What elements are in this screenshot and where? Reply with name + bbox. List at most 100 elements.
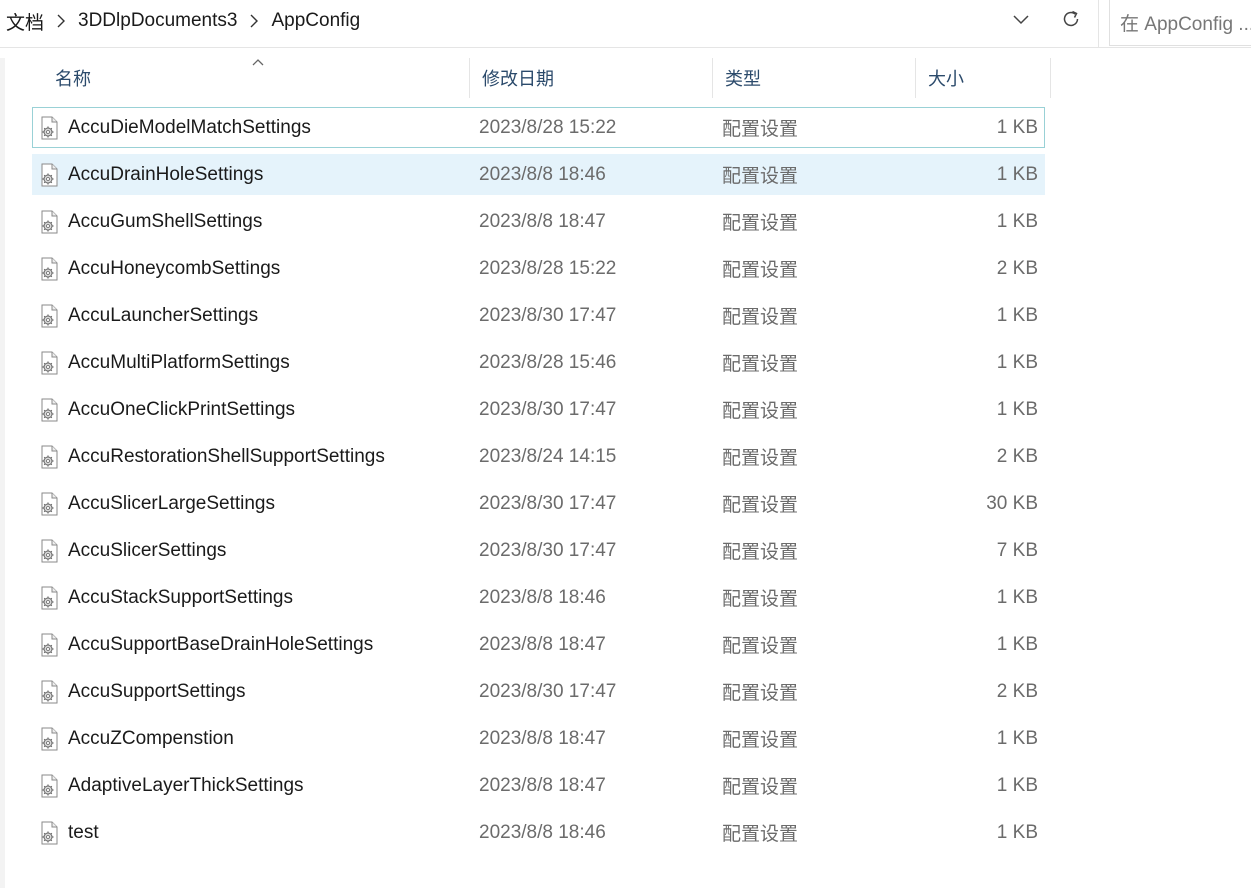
file-row[interactable]: AccuSupportSettings 2023/8/30 17:47 配置设置 2 … <box>32 671 1045 712</box>
file-type: 配置设置 <box>722 683 799 704</box>
file-date: 2023/8/30 17:47 <box>479 398 617 420</box>
file-size: 2 KB <box>996 257 1038 279</box>
file-size: 1 KB <box>996 351 1038 373</box>
file-row[interactable]: AccuRestorationShellSupportSettings 2023/… <box>32 436 1045 477</box>
file-name: AccuLauncherSettings <box>68 304 259 326</box>
file-size: 30 KB <box>986 492 1038 514</box>
file-size: 1 KB <box>996 116 1038 138</box>
file-row[interactable]: AdaptiveLayerThickSettings 2023/8/8 18:47… <box>32 765 1045 806</box>
config-file-icon <box>39 813 61 852</box>
file-type: 配置设置 <box>722 636 799 657</box>
file-size: 1 KB <box>996 304 1038 326</box>
file-row[interactable]: AccuDieModelMatchSettings 2023/8/28 15:22… <box>32 107 1045 148</box>
column-header-name[interactable]: 名称 <box>43 58 469 98</box>
file-name: AccuSlicerSettings <box>68 539 227 561</box>
breadcrumb: 文档 3DDlpDocuments3 AppConfig <box>6 0 360 42</box>
config-file-icon <box>39 155 61 194</box>
file-name: AccuOneClickPrintSettings <box>68 398 296 420</box>
file-name: AccuStackSupportSettings <box>68 586 293 608</box>
file-date: 2023/8/30 17:47 <box>479 539 617 561</box>
file-type: 配置设置 <box>722 542 799 563</box>
chevron-right-icon[interactable] <box>44 14 78 28</box>
file-row[interactable]: AccuHoneycombSettings 2023/8/28 15:22 配置设置… <box>32 248 1045 289</box>
history-dropdown-button[interactable] <box>1006 6 1036 36</box>
search-input[interactable]: 在 AppConfig ... <box>1109 0 1251 46</box>
chevron-right-icon[interactable] <box>237 14 271 28</box>
file-date: 2023/8/28 15:46 <box>479 351 617 373</box>
file-type: 配置设置 <box>722 307 799 328</box>
file-row[interactable]: AccuGumShellSettings 2023/8/8 18:47 配置设置 1 … <box>32 201 1045 242</box>
file-name: AccuDrainHoleSettings <box>68 163 264 185</box>
file-type: 配置设置 <box>722 448 799 469</box>
search-placeholder: 在 AppConfig ... <box>1120 14 1251 35</box>
file-size: 1 KB <box>996 821 1038 843</box>
file-type: 配置设置 <box>722 354 799 375</box>
file-size: 2 KB <box>996 680 1038 702</box>
file-size: 1 KB <box>996 398 1038 420</box>
config-file-icon <box>39 672 61 711</box>
column-header-type[interactable]: 类型 <box>712 58 915 98</box>
config-file-icon <box>39 343 61 382</box>
breadcrumb-item-3ddlpdocuments3[interactable]: 3DDlpDocuments3 <box>78 10 237 32</box>
address-bar: 文档 3DDlpDocuments3 AppConfig 在 AppConfig… <box>0 0 1251 48</box>
file-date: 2023/8/8 18:46 <box>479 821 606 843</box>
file-date: 2023/8/24 14:15 <box>479 445 617 467</box>
file-type: 配置设置 <box>722 777 799 798</box>
file-size: 1 KB <box>996 633 1038 655</box>
file-date: 2023/8/8 18:47 <box>479 633 606 655</box>
file-date: 2023/8/30 17:47 <box>479 304 617 326</box>
file-type: 配置设置 <box>722 730 799 751</box>
file-name: AdaptiveLayerThickSettings <box>68 774 304 796</box>
file-name: AccuZCompenstion <box>68 727 234 749</box>
file-name: AccuSlicerLargeSettings <box>68 492 275 514</box>
file-row[interactable]: AccuSlicerLargeSettings 2023/8/30 17:47 配置… <box>32 483 1045 524</box>
config-file-icon <box>39 531 61 570</box>
file-name: AccuRestorationShellSupportSettings <box>68 445 385 467</box>
navigation-pane-edge <box>0 58 5 888</box>
file-date: 2023/8/28 15:22 <box>479 116 617 138</box>
column-header-date[interactable]: 修改日期 <box>469 58 712 98</box>
config-file-icon <box>39 766 61 805</box>
file-size: 2 KB <box>996 445 1038 467</box>
config-file-icon <box>39 578 61 617</box>
file-size: 1 KB <box>996 586 1038 608</box>
refresh-icon <box>1060 8 1082 35</box>
file-row[interactable]: AccuOneClickPrintSettings 2023/8/30 17:47… <box>32 389 1045 430</box>
chevron-down-icon <box>1012 12 1030 30</box>
toolbar-divider <box>1098 0 1099 47</box>
config-file-icon <box>39 437 61 476</box>
breadcrumb-item-documents[interactable]: 文档 <box>6 8 44 35</box>
file-name: test <box>68 821 99 843</box>
file-row[interactable]: AccuSlicerSettings 2023/8/30 17:47 配置设置 7 K… <box>32 530 1045 571</box>
file-type: 配置设置 <box>722 260 799 281</box>
file-date: 2023/8/8 18:46 <box>479 586 606 608</box>
file-row[interactable]: AccuZCompenstion 2023/8/8 18:47 配置设置 1 KB <box>32 718 1045 759</box>
config-file-icon <box>39 390 61 429</box>
file-type: 配置设置 <box>722 119 799 140</box>
breadcrumb-item-appconfig[interactable]: AppConfig <box>271 10 360 32</box>
file-row[interactable]: AccuLauncherSettings 2023/8/30 17:47 配置设置 1… <box>32 295 1045 336</box>
column-header-size[interactable]: 大小 <box>915 58 1051 98</box>
file-date: 2023/8/8 18:47 <box>479 210 606 232</box>
file-row[interactable]: AccuStackSupportSettings 2023/8/8 18:46 配置… <box>32 577 1045 618</box>
refresh-button[interactable] <box>1056 6 1086 36</box>
file-date: 2023/8/8 18:47 <box>479 774 606 796</box>
config-file-icon <box>39 719 61 758</box>
config-file-icon <box>39 202 61 241</box>
config-file-icon <box>39 296 61 335</box>
file-row[interactable]: AccuSupportBaseDrainHoleSettings 2023/8/8… <box>32 624 1045 665</box>
file-date: 2023/8/8 18:47 <box>479 727 606 749</box>
config-file-icon <box>39 484 61 523</box>
file-row[interactable]: AccuDrainHoleSettings 2023/8/8 18:46 配置设置 1… <box>32 154 1045 195</box>
file-type: 配置设置 <box>722 495 799 516</box>
file-type: 配置设置 <box>722 589 799 610</box>
file-name: AccuHoneycombSettings <box>68 257 281 279</box>
file-row[interactable]: test 2023/8/8 18:46 配置设置 1 KB <box>32 812 1045 853</box>
file-size: 1 KB <box>996 163 1038 185</box>
file-type: 配置设置 <box>722 401 799 422</box>
file-type: 配置设置 <box>722 166 799 187</box>
file-date: 2023/8/30 17:47 <box>479 492 617 514</box>
file-date: 2023/8/28 15:22 <box>479 257 617 279</box>
file-row[interactable]: AccuMultiPlatformSettings 2023/8/28 15:46… <box>32 342 1045 383</box>
config-file-icon <box>39 249 61 288</box>
